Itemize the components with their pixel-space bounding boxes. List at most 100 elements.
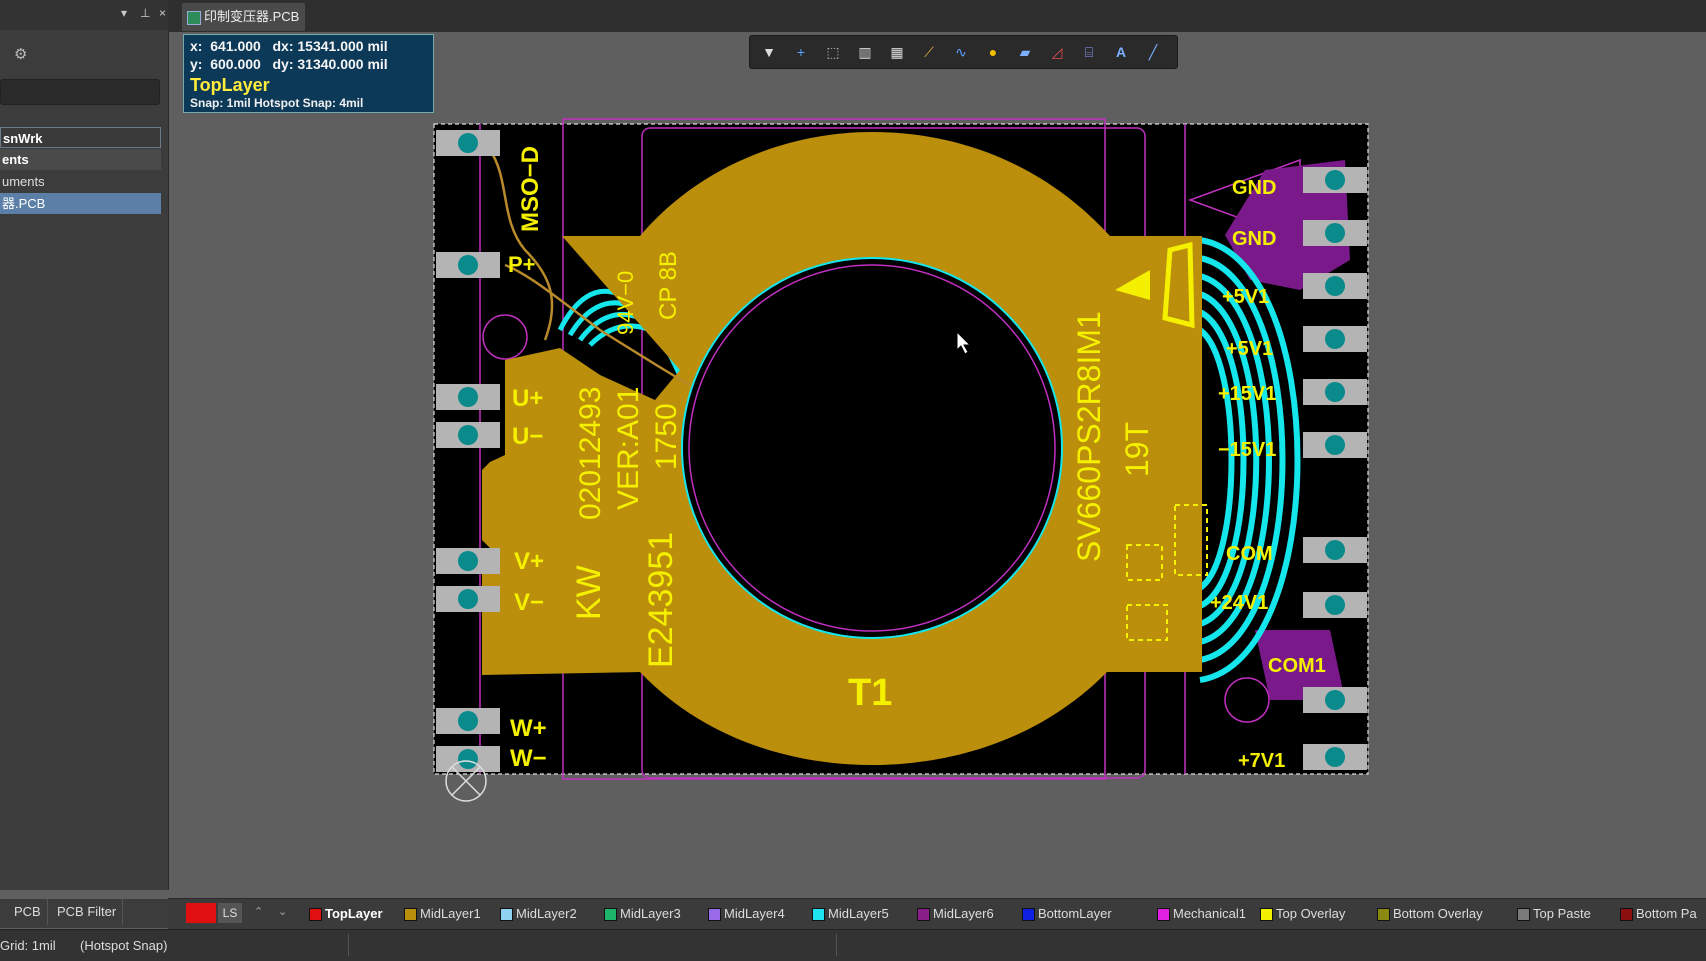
active-bar-toolbar: ▼ + ⬚ ▥ ▦ ⟋ ∿ ● ▰ ◿ ⌸ A ╱ [749,35,1178,69]
layer-color-swatch [604,908,617,921]
layer-tab-bottomlayer[interactable]: BottomLayer [1018,904,1112,924]
layer-color-swatch [1620,908,1633,921]
layer-tab-bottom-pa[interactable]: Bottom Pa [1616,904,1697,924]
label-com1: COM1 [1268,655,1326,677]
layer-tab-top-overlay[interactable]: Top Overlay [1256,904,1345,924]
label-turns: 19T [1119,422,1155,477]
document-tab-pcb[interactable]: 印制变压器.PCB [182,3,306,31]
label-cp-8b: CP 8B [655,251,682,320]
label-cert: E243951 [642,532,680,668]
label-v-plus: V+ [514,548,544,575]
layer-tab-label: MidLayer5 [828,906,889,921]
pcb-canvas[interactable]: MSO−D P+ U+ U− V+ V− W+ W− GND GND +5V1 … [180,32,1706,898]
panel-search-input[interactable] [0,79,160,105]
layer-color-swatch [1517,908,1530,921]
layer-tab-label: Bottom Pa [1636,906,1697,921]
projects-panel: ▾ ⊥ × ⚙ snWrk ents uments 器.PCB [0,0,169,890]
status-divider [348,934,349,956]
layer-tab-label: TopLayer [325,906,383,921]
panel-tab-pcb-filter[interactable]: PCB Filter [51,899,124,925]
dimension-icon[interactable]: ⌸ [1078,42,1100,62]
chevron-down-icon[interactable]: ▾ [121,6,127,20]
layer-tab-bottom-overlay[interactable]: Bottom Overlay [1373,904,1483,924]
align-icon[interactable]: ▥ [854,42,876,62]
status-divider [836,934,837,956]
label-gnd-1: GND [1232,177,1276,199]
layer-tab-label: BottomLayer [1038,906,1112,921]
label-15v1: +15V1 [1218,383,1276,405]
layer-tab-label: Top Overlay [1276,906,1346,921]
layer-tab-midlayer5[interactable]: MidLayer5 [808,904,889,924]
tree-item-pcb-document[interactable]: 器.PCB [0,193,161,214]
layer-color-swatch [1377,908,1390,921]
status-bar: Grid: 1mil (Hotspot Snap) [0,929,1706,961]
layer-tab-label: MidLayer2 [516,906,577,921]
select-rectangle-icon[interactable]: ⬚ [822,42,844,62]
layer-tab-midlayer3[interactable]: MidLayer3 [600,904,681,924]
layer-color-swatch [1022,908,1035,921]
pcb-drawing: MSO−D P+ U+ U− V+ V− W+ W− GND GND +5V1 … [433,118,1369,802]
layer-tab-top-paste[interactable]: Top Paste [1513,904,1591,924]
panel-tab-pcb[interactable]: PCB [8,899,48,925]
current-layer-swatch[interactable] [186,903,216,923]
tree-item-documents[interactable]: uments [0,171,161,192]
layer-tab-midlayer6[interactable]: MidLayer6 [913,904,994,924]
text-icon[interactable]: A [1110,42,1132,62]
layer-color-swatch [500,908,513,921]
label-u-minus: U− [512,423,543,450]
layer-tab-toplayer[interactable]: TopLayer [305,904,383,924]
label-w-minus: W− [510,745,547,772]
document-tab-title: 印制变压器.PCB [204,9,300,24]
panel-tabs: PCB PCB Filter [0,899,168,928]
label-com: COM [1226,543,1273,565]
label-24v1: +24V1 [1210,592,1268,614]
pin-icon[interactable]: ⊥ [140,6,150,20]
polygon-icon[interactable]: ▰ [1014,42,1036,62]
document-tab-strip: 印制变压器.PCB [168,0,1706,32]
chevron-up-icon[interactable]: ⌃ [254,905,263,918]
label-gnd-2: GND [1232,228,1276,250]
layer-tab-label: MidLayer1 [420,906,481,921]
filter-icon[interactable]: ▼ [758,42,780,62]
label-model: SV660PS2R8IM1 [1071,311,1107,562]
layer-tab-label: Mechanical1 [1173,906,1246,921]
status-grid: Grid: 1mil [0,938,56,953]
chevron-down-icon[interactable]: ⌄ [278,905,287,918]
label-7v1: +7V1 [1238,750,1285,772]
label-p-plus: P+ [508,252,536,277]
crosshair-icon[interactable]: + [790,42,812,62]
layer-tab-midlayer2[interactable]: MidLayer2 [496,904,577,924]
layer-set-button[interactable]: LS [218,903,242,923]
hud-snap-info: Snap: 1mil Hotspot Snap: 4mil [190,96,364,110]
layer-tabs-bar: LS ⌃ ⌄ TopLayer MidLayer1 MidLayer2 MidLaye… [168,898,1706,929]
layer-color-swatch [1157,908,1170,921]
label-date-code: 1750 [650,403,683,470]
layer-tab-mechanical1[interactable]: Mechanical1 [1153,904,1246,924]
layer-tab-label: MidLayer4 [724,906,785,921]
label-5v1-b: +5V1 [1226,338,1273,360]
label-version: VER:A01 [612,387,645,510]
panel-header: ▾ ⊥ × [0,0,168,30]
component-icon[interactable]: ▦ [886,42,908,62]
label-5v1-a: +5V1 [1222,286,1269,308]
label-w-plus: W+ [510,715,547,742]
layer-tab-midlayer1[interactable]: MidLayer1 [400,904,481,924]
close-icon[interactable]: × [159,6,166,20]
line-icon[interactable]: ╱ [1142,42,1164,62]
heads-up-display: x: 641.000 dx: 15341.000 mil y: 600.000 … [183,34,434,113]
label-kw: KW [570,565,608,620]
route-icon[interactable]: ⟋ [918,42,940,62]
gear-icon[interactable]: ⚙ [14,45,27,63]
diff-pair-icon[interactable]: ∿ [950,42,972,62]
tree-item-project[interactable]: ents [0,149,161,170]
via-icon[interactable]: ● [982,42,1004,62]
hud-current-layer: TopLayer [190,75,270,95]
layer-tab-label: Bottom Overlay [1393,906,1483,921]
layer-tab-midlayer4[interactable]: MidLayer4 [704,904,785,924]
label-designator: T1 [848,672,892,714]
layer-color-swatch [708,908,721,921]
keepout-icon[interactable]: ◿ [1046,42,1068,62]
layer-tab-label: MidLayer3 [620,906,681,921]
tree-item-workspace[interactable]: snWrk [0,127,161,148]
layer-color-swatch [309,908,322,921]
